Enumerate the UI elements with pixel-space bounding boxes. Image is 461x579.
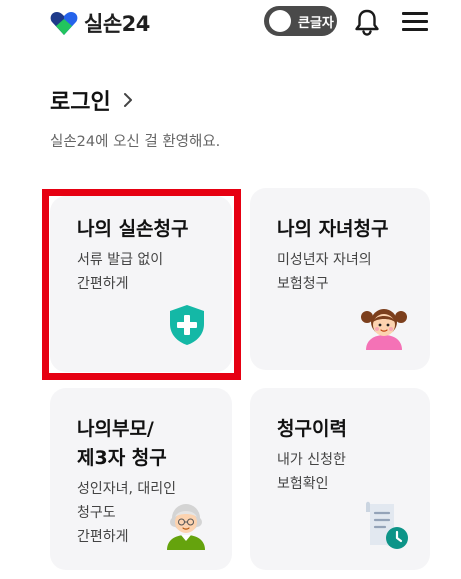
card-desc-line: 내가 신청한 [277,452,346,468]
toggle-label: 큰글자 [298,15,334,31]
selection-highlight-frame [42,189,241,380]
app-logo-text: 실손24 [84,12,150,36]
app-logo[interactable]: 실손24 [50,8,150,38]
card-desc-line: 성인자녀, 대리인 [77,481,177,497]
card-desc-line: 보험청구 [277,276,329,292]
bell-icon[interactable] [353,8,381,36]
card-title: 나의 자녀청구 [277,218,389,240]
card-title: 청구이력 [277,418,347,440]
large-text-toggle[interactable]: 큰글자 [264,6,337,36]
card-title: 제3자 청구 [77,447,167,469]
grandparent-avatar-icon [167,504,205,550]
app-header: 실손24 큰글자 [0,0,461,46]
card-desc-line: 미성년자 자녀의 [277,252,372,268]
heart-logo-icon [50,12,78,35]
login-title: 로그인 [50,90,111,115]
girl-avatar-icon [361,309,407,350]
child-claim-card[interactable]: 나의 자녀청구 미성년자 자녀의 보험청구 [250,188,430,370]
chevron-right-icon [123,93,132,107]
toggle-knob [269,10,291,32]
claim-history-card[interactable]: 청구이력 내가 신청한 보험확인 [250,388,430,570]
parent-third-party-claim-card[interactable]: 나의부모/ 제3자 청구 성인자녀, 대리인 청구도 간편하게 [50,388,232,570]
card-desc-line: 간편하게 [77,529,129,545]
card-title: 나의부모/ [77,418,154,440]
document-history-icon [366,501,408,549]
welcome-message: 실손24에 오신 걸 환영해요. [50,134,221,150]
card-desc-line: 청구도 [77,505,116,521]
login-link[interactable]: 로그인 [50,84,133,116]
hamburger-menu-icon[interactable] [402,10,430,34]
card-desc-line: 보험확인 [277,476,329,492]
